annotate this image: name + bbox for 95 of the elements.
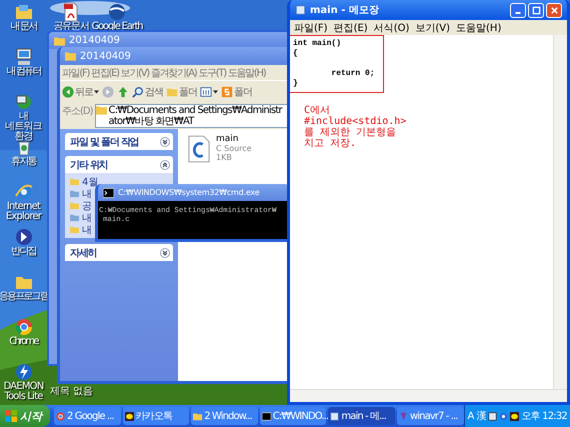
window-title: main - 메모장 bbox=[310, 4, 379, 17]
folder-icon bbox=[193, 412, 202, 420]
place-link[interactable]: 4월 bbox=[82, 174, 98, 188]
annotation-text: C에서 #include<stdio.h> 를 제외한 기본형을 치고 저장. bbox=[304, 105, 406, 149]
icon-label: 내 네트워크 환경 bbox=[4, 112, 43, 142]
place-link[interactable]: 내 bbox=[82, 186, 92, 200]
back-button[interactable]: 뒤로 bbox=[61, 82, 100, 102]
menu-item[interactable]: 서식(O) bbox=[374, 20, 410, 34]
taskbar-button[interactable]: main - 메... bbox=[328, 407, 395, 425]
file-type: C Source bbox=[216, 144, 252, 153]
window-title: 20140409 bbox=[80, 50, 131, 62]
search-icon bbox=[132, 86, 144, 98]
archive-icon[interactable] bbox=[14, 227, 34, 247]
menu-item[interactable]: 즐겨찾기(A) bbox=[150, 66, 196, 80]
minimize-icon bbox=[515, 12, 521, 14]
lightning-icon[interactable] bbox=[14, 362, 34, 382]
computer-icon[interactable] bbox=[14, 47, 34, 67]
console-icon bbox=[262, 412, 271, 420]
icon-label: 반디집 bbox=[11, 247, 36, 257]
folder-icon bbox=[65, 51, 76, 61]
chrome-icon[interactable] bbox=[14, 317, 34, 337]
input-method-indicator[interactable]: A bbox=[468, 410, 474, 422]
address-field[interactable]: C:₩Documents and Settings₩Administrator₩바탕 화면₩AT bbox=[94, 104, 288, 128]
task-header[interactable]: 기타 위치 bbox=[65, 156, 173, 173]
place-link[interactable]: 내 bbox=[82, 210, 92, 224]
icon-label: 내 컴퓨터 bbox=[6, 67, 41, 77]
view-grid-icon bbox=[200, 86, 212, 98]
taskbar-button[interactable]: 2 Window... bbox=[191, 407, 258, 425]
up-arrow-icon bbox=[117, 86, 129, 98]
window-title: 20140409 bbox=[69, 35, 120, 46]
icon-label: 공유문서 bbox=[53, 22, 89, 32]
browser-icon[interactable] bbox=[14, 182, 34, 202]
start-button[interactable]: 시작 bbox=[0, 405, 50, 427]
notepad-icon bbox=[330, 412, 340, 420]
windows-logo-icon bbox=[5, 410, 17, 422]
clock: 오후 12:32 bbox=[521, 410, 567, 423]
menu-item[interactable]: 보기(V) bbox=[415, 20, 450, 34]
menu-item[interactable]: 보기(V) bbox=[120, 66, 149, 80]
menu-item[interactable]: 편집(E) bbox=[91, 66, 119, 80]
file-name: main bbox=[216, 135, 240, 144]
code-text: int main() { return 0; } bbox=[292, 38, 376, 90]
console-icon bbox=[103, 188, 114, 198]
minimize-button[interactable] bbox=[510, 2, 526, 18]
folder-icon bbox=[54, 36, 65, 46]
icon-label: 내 문서 bbox=[10, 22, 36, 32]
chat-bubble-icon[interactable] bbox=[510, 412, 520, 420]
caret-icon bbox=[213, 90, 218, 94]
s-folder-icon bbox=[221, 86, 233, 98]
icon-label: 휴지통 bbox=[11, 157, 36, 167]
caret-icon bbox=[94, 90, 99, 94]
chat-bubble-icon bbox=[124, 412, 134, 420]
icon-label: Chrome bbox=[9, 337, 38, 347]
place-link[interactable]: 공 bbox=[82, 198, 92, 212]
scrollbar[interactable] bbox=[290, 389, 567, 402]
folder-icon bbox=[166, 86, 178, 98]
folder-icon bbox=[96, 105, 107, 115]
close-button[interactable] bbox=[546, 2, 562, 18]
place-link[interactable]: 내 bbox=[82, 222, 92, 236]
icon-label: Internet Explorer bbox=[4, 202, 43, 222]
address-text: C:₩Documents and Settings₩Administrator₩바탕 화면₩AT bbox=[108, 105, 284, 127]
close-icon bbox=[550, 6, 558, 14]
task-header[interactable]: 파일 및 폴더 작업 bbox=[65, 133, 173, 150]
folder-icon[interactable] bbox=[14, 2, 34, 22]
globe-icon[interactable] bbox=[107, 2, 127, 22]
icon-label: 제목 없음 bbox=[50, 385, 94, 398]
notepad-icon bbox=[295, 5, 306, 15]
c-file-icon[interactable] bbox=[188, 135, 210, 163]
chrome-icon bbox=[56, 412, 65, 420]
task-title: 파일 및 폴더 작업 bbox=[70, 136, 138, 148]
task-title: 자세히 bbox=[70, 246, 96, 260]
input-method-indicator[interactable]: 漢 bbox=[476, 409, 486, 423]
file-size: 1KB bbox=[216, 153, 233, 162]
taskbar-button[interactable]: winavr7 - ... bbox=[396, 407, 464, 425]
menu-item[interactable]: 편집(E) bbox=[334, 20, 368, 34]
menu-item[interactable]: 파일(F) bbox=[62, 66, 90, 80]
menu-item[interactable]: 파일(F) bbox=[294, 20, 328, 34]
menu-item[interactable]: 도움말(H) bbox=[456, 20, 502, 34]
folder-sync-button[interactable]: 폴더 bbox=[220, 82, 253, 102]
search-button[interactable]: 검색 bbox=[131, 82, 164, 102]
menu-item[interactable]: 도구(T) bbox=[198, 66, 226, 80]
maximize-button[interactable] bbox=[528, 2, 544, 18]
taskbar-button[interactable]: 2 Google ... bbox=[54, 407, 121, 425]
folders-button[interactable]: 폴더 bbox=[165, 82, 198, 102]
task-title: 기타 위치 bbox=[70, 158, 108, 172]
taskbar-button[interactable]: C:₩WINDO... bbox=[260, 407, 326, 425]
app-icon bbox=[398, 412, 408, 420]
icon-label: DAEMON Tools Lite bbox=[2, 382, 44, 402]
task-header[interactable]: 자세히 bbox=[65, 244, 173, 261]
taskbar-button[interactable]: 카카오톡 bbox=[122, 407, 190, 425]
icon-label: Google Earth bbox=[92, 22, 142, 32]
menu-item[interactable]: 도움말(H) bbox=[228, 66, 266, 80]
scrollbar[interactable] bbox=[553, 35, 567, 389]
address-label: 주소(D) bbox=[62, 105, 93, 118]
window-title: C:₩WINDOWS₩system32₩cmd.exe bbox=[118, 188, 260, 197]
maximize-icon bbox=[532, 6, 540, 14]
